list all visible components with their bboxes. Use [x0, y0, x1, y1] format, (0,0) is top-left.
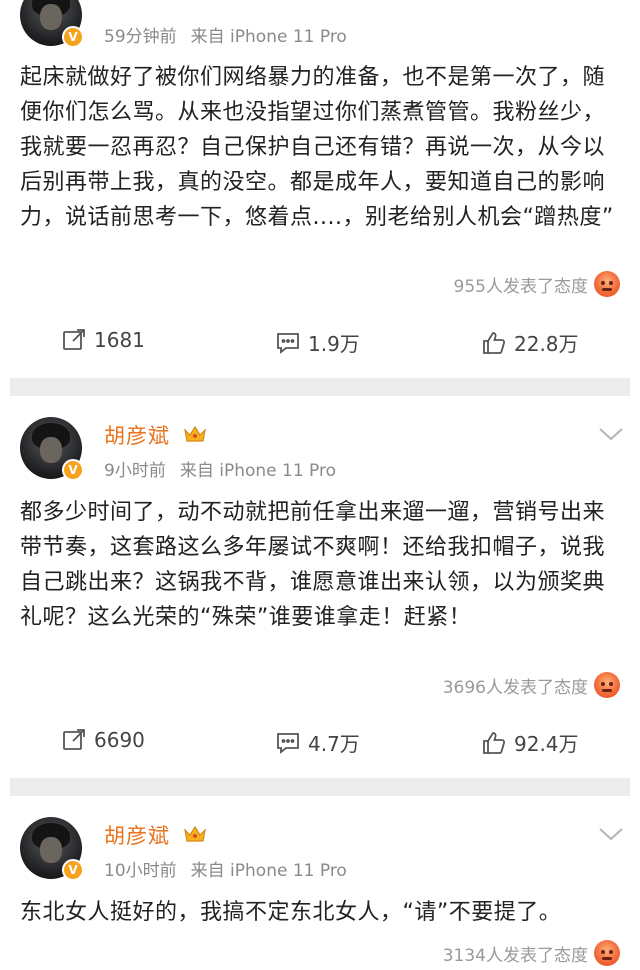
repost-count: 6690: [94, 728, 145, 752]
post-meta: 9小时前 来自 iPhone 11 Pro: [104, 456, 336, 481]
repost-button[interactable]: 1681: [62, 328, 145, 352]
post-time: 9小时前: [104, 461, 166, 481]
post-source: 来自 iPhone 11 Pro: [190, 861, 347, 881]
post-separator: [10, 378, 630, 396]
action-bar: 6690 4.7万 92.4万: [0, 728, 640, 768]
post-source: 来自 iPhone 11 Pro: [179, 461, 337, 481]
like-count: 92.4万: [514, 732, 579, 756]
reaction-summary[interactable]: 3134人发表了态度: [443, 940, 620, 966]
post-text: 都多少时间了，动不动就把前任拿出来遛一遛，营销号出来带节奏，这套路这么多年屡试不…: [20, 500, 606, 630]
reaction-summary[interactable]: 3696人发表了态度: [443, 672, 620, 698]
comment-icon: [277, 732, 299, 754]
verified-badge-icon: V: [62, 459, 84, 481]
comment-button[interactable]: 1.9万: [276, 328, 360, 357]
username[interactable]: 胡彦斌: [104, 420, 170, 450]
post-source: 来自 iPhone 11 Pro: [190, 27, 347, 47]
comment-button[interactable]: 4.7万: [276, 728, 360, 757]
repost-count: 1681: [94, 328, 145, 352]
reaction-summary[interactable]: 955人发表了态度: [454, 271, 620, 297]
post-separator: [10, 778, 630, 796]
post-text: 东北女人挺好的，我搞不定东北女人，“请”不要提了。: [20, 900, 562, 925]
chevron-down-icon[interactable]: [598, 826, 624, 842]
angry-emoji-icon: [594, 271, 620, 297]
post-time: 59分钟前: [104, 27, 177, 47]
reaction-count: 955人发表了态度: [453, 276, 588, 297]
weibo-post-3: V 胡彦斌 10小时前 来自 iPhone 11 Pro 东北女人挺好的，我搞不定…: [0, 796, 640, 970]
comment-icon: [277, 332, 299, 354]
like-button[interactable]: 22.8万: [482, 328, 579, 357]
username[interactable]: 胡彦斌: [104, 820, 170, 850]
like-button[interactable]: 92.4万: [482, 728, 579, 757]
avatar[interactable]: V: [20, 817, 84, 881]
post-meta: 59分钟前 来自 iPhone 11 Pro: [104, 22, 347, 47]
like-count: 22.8万: [514, 332, 579, 356]
weibo-post-1: V 59分钟前 来自 iPhone 11 Pro 起床就做好了被你们网络暴力的准备…: [0, 0, 640, 378]
comment-count: 1.9万: [308, 332, 360, 356]
post-meta: 10小时前 来自 iPhone 11 Pro: [104, 856, 347, 881]
verified-badge-icon: V: [62, 859, 84, 881]
post-text: 起床就做好了被你们网络暴力的准备，也不是第一次了，随便你们怎么骂。从来也没指望过…: [20, 65, 614, 230]
repost-icon: [63, 729, 85, 750]
verified-badge-icon: V: [62, 26, 84, 48]
like-icon: [483, 731, 506, 754]
repost-icon: [63, 329, 85, 350]
avatar[interactable]: V: [20, 417, 84, 481]
angry-emoji-icon: [594, 940, 620, 966]
angry-emoji-icon: [594, 672, 620, 698]
crown-icon: [184, 825, 206, 842]
chevron-down-icon[interactable]: [598, 426, 624, 442]
weibo-post-2: V 胡彦斌 9小时前 来自 iPhone 11 Pro 都多少时间了，动不动就把前…: [0, 396, 640, 778]
post-time: 10小时前: [104, 861, 177, 881]
like-icon: [483, 331, 506, 354]
avatar[interactable]: V: [20, 0, 84, 48]
repost-button[interactable]: 6690: [62, 728, 145, 752]
reaction-count: 3134人发表了态度: [442, 945, 588, 966]
action-bar: 1681 1.9万 22.8万: [0, 328, 640, 368]
comment-count: 4.7万: [308, 732, 360, 756]
crown-icon: [184, 425, 206, 442]
reaction-count: 3696人发表了态度: [442, 677, 588, 698]
